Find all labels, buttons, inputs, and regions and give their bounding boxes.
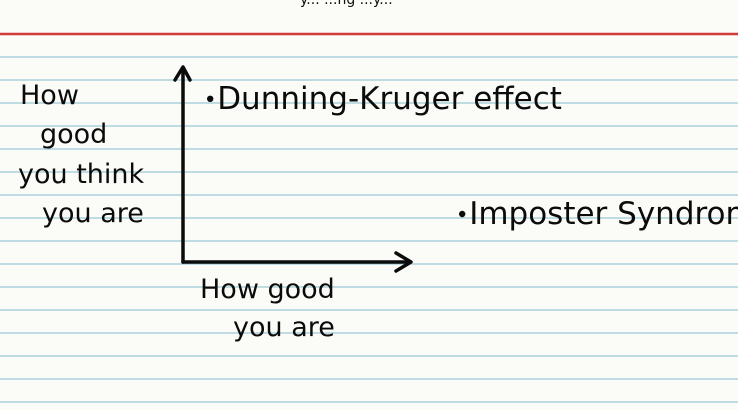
top-cut-text: y... ...ng ...y... bbox=[300, 0, 393, 8]
y-axis-label-line-3: you think bbox=[18, 159, 145, 190]
x-axis-label-line-1: How good bbox=[200, 274, 335, 305]
x-axis-label-line-2: you are bbox=[233, 312, 335, 343]
point-marker-0 bbox=[207, 95, 214, 103]
y-axis-label-line-2: good bbox=[40, 119, 107, 150]
point-marker-1 bbox=[459, 210, 466, 218]
x-axis bbox=[181, 251, 413, 273]
y-axis-label-line-1: How bbox=[20, 80, 79, 111]
point-label-0: Dunning-Kruger effect bbox=[217, 81, 562, 117]
y-axis-label-line-4: you are bbox=[42, 198, 144, 229]
chart-canvas: y... ...ng ...y... How good you think yo… bbox=[0, 0, 738, 403]
index-card: y... ...ng ...y... How good you think yo… bbox=[0, 0, 738, 410]
point-label-1: Imposter Syndrome bbox=[469, 196, 738, 232]
y-axis bbox=[173, 65, 192, 264]
